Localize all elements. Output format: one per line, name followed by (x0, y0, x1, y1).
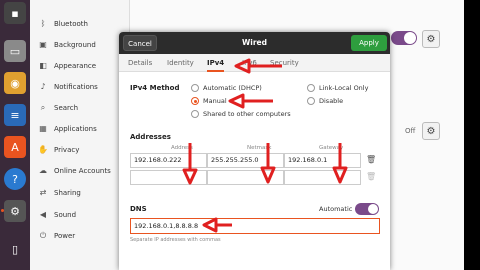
address-input[interactable] (130, 170, 207, 185)
dns-automatic-label: Automatic (319, 205, 353, 213)
bell-icon: ♪ (40, 82, 46, 91)
sidebar-item-applications[interactable]: ▦ Applications (30, 118, 130, 139)
app-icon[interactable]: ▪ (4, 2, 26, 24)
sidebar-item-search[interactable]: ⌕ Search (30, 97, 130, 118)
column-header-gateway: Gateway (319, 145, 344, 151)
sidebar-item-sharing[interactable]: ⇄ Sharing (30, 182, 130, 203)
radio-dot (307, 97, 315, 105)
radio-label: Manual (203, 97, 227, 105)
dns-label: DNS (130, 205, 147, 213)
sidebar-item-online-accounts[interactable]: ☁ Online Accounts (30, 160, 130, 181)
screen: ▪ ▭ ◉ ≡ A ? ⚙ ▯ ᛒ Bluetooth ▣ Background ◧… (0, 0, 464, 270)
delete-address-icon[interactable]: 🗑 (366, 155, 376, 164)
network-toggle[interactable] (391, 31, 417, 45)
apply-button[interactable]: Apply (351, 35, 387, 51)
address-input[interactable]: 192.168.0.222 (130, 153, 207, 168)
search-icon: ⌕ (40, 102, 46, 112)
proxy-settings-gear-icon[interactable]: ⚙ (422, 122, 440, 140)
sidebar-item-label: Online Accounts (54, 166, 111, 175)
sidebar-item-label: Background (54, 40, 96, 49)
dns-input[interactable]: 192.168.0.1,8.8.8.8 (130, 218, 380, 234)
trash-dock-icon[interactable]: ▯ (4, 238, 26, 260)
tab-ipv4[interactable]: IPv4 (207, 54, 225, 72)
settings-icon[interactable]: ⚙ (1, 200, 26, 222)
help-icon[interactable]: ? (4, 168, 26, 190)
tab-details[interactable]: Details (128, 54, 152, 72)
sidebar-item-label: Power (54, 231, 76, 240)
radio-dot (191, 97, 199, 105)
appearance-icon: ◧ (39, 61, 47, 70)
software-icon[interactable]: A (4, 136, 26, 158)
tab-ipv6[interactable]: IPv6 (242, 54, 257, 72)
files-icon[interactable]: ▭ (4, 40, 26, 62)
tab-identity[interactable]: Identity (167, 54, 194, 72)
cancel-button[interactable]: Cancel (123, 35, 157, 51)
lock-icon: ✋ (38, 145, 48, 154)
dialog-title: Wired (242, 38, 267, 47)
speaker-icon: ◀ (39, 210, 47, 219)
radio-dot (307, 84, 315, 92)
sidebar-item-label: Privacy (54, 145, 80, 154)
radio-label: Link-Local Only (319, 84, 369, 92)
gateway-input[interactable] (284, 170, 361, 185)
radio-label: Disable (319, 97, 344, 105)
sidebar-item-background[interactable]: ▣ Background (30, 34, 130, 55)
power-icon: ⏻ (39, 230, 47, 240)
radio-label: Shared to other computers (203, 110, 291, 118)
dns-hint: Separate IP addresses with commas (130, 237, 221, 243)
sidebar-item-label: Applications (54, 124, 97, 133)
delete-address-icon[interactable]: 🗑 (366, 172, 376, 181)
sidebar-item-appearance[interactable]: ◧ Appearance (30, 55, 130, 76)
column-header-address: Address (171, 145, 193, 151)
image-icon: ▣ (39, 40, 47, 49)
dns-automatic-toggle[interactable] (355, 203, 379, 215)
tab-security[interactable]: Security (270, 54, 299, 72)
music-icon[interactable]: ◉ (4, 72, 26, 94)
radio-dot (191, 110, 199, 118)
dock: ▪ ▭ ◉ ≡ A ? ⚙ ▯ (0, 0, 30, 270)
netmask-input[interactable]: 255.255.255.0 (207, 153, 284, 168)
ipv4-method-label: IPv4 Method (130, 84, 180, 92)
writer-icon[interactable]: ≡ (4, 104, 26, 126)
sidebar-item-label: Search (54, 103, 79, 112)
sidebar-item-bluetooth[interactable]: ᛒ Bluetooth (30, 13, 130, 34)
share-icon: ⇄ (39, 188, 47, 197)
radio-shared[interactable]: Shared to other computers (191, 110, 291, 118)
sidebar-item-sound[interactable]: ◀ Sound (30, 204, 130, 225)
dialog-tabs: Details Identity IPv4 IPv6 Security (119, 54, 390, 72)
sidebar-item-label: Sound (54, 210, 77, 219)
bluetooth-icon: ᛒ (40, 19, 46, 28)
radio-disable[interactable]: Disable (307, 97, 343, 105)
cloud-icon: ☁ (39, 166, 47, 175)
sidebar-item-privacy[interactable]: ✋ Privacy (30, 139, 130, 160)
radio-dot (191, 84, 199, 92)
sidebar-item-label: Sharing (54, 188, 81, 197)
column-header-netmask: Netmask (247, 145, 272, 151)
sidebar-item-notifications[interactable]: ♪ Notifications (30, 76, 130, 97)
wired-dialog: Wired Cancel Apply Details Identity IPv4… (119, 32, 390, 270)
gateway-input[interactable]: 192.168.0.1 (284, 153, 361, 168)
sidebar-item-label: Notifications (54, 82, 98, 91)
radio-automatic-dhcp[interactable]: Automatic (DHCP) (191, 84, 262, 92)
radio-link-local-only[interactable]: Link-Local Only (307, 84, 368, 92)
addresses-label: Addresses (130, 133, 171, 141)
sidebar-item-power[interactable]: ⏻ Power (30, 225, 130, 246)
radio-label: Automatic (DHCP) (203, 84, 262, 92)
settings-sidebar: ᛒ Bluetooth ▣ Background ◧ Appearance ♪ Noti… (30, 0, 130, 270)
sidebar-item-label: Bluetooth (54, 19, 88, 28)
wired-settings-gear-icon[interactable]: ⚙ (422, 30, 440, 48)
radio-manual[interactable]: Manual (191, 97, 227, 105)
off-status-label: Off (405, 127, 416, 135)
apps-icon: ▦ (39, 124, 47, 133)
sidebar-item-label: Appearance (54, 61, 97, 70)
netmask-input[interactable] (207, 170, 284, 185)
